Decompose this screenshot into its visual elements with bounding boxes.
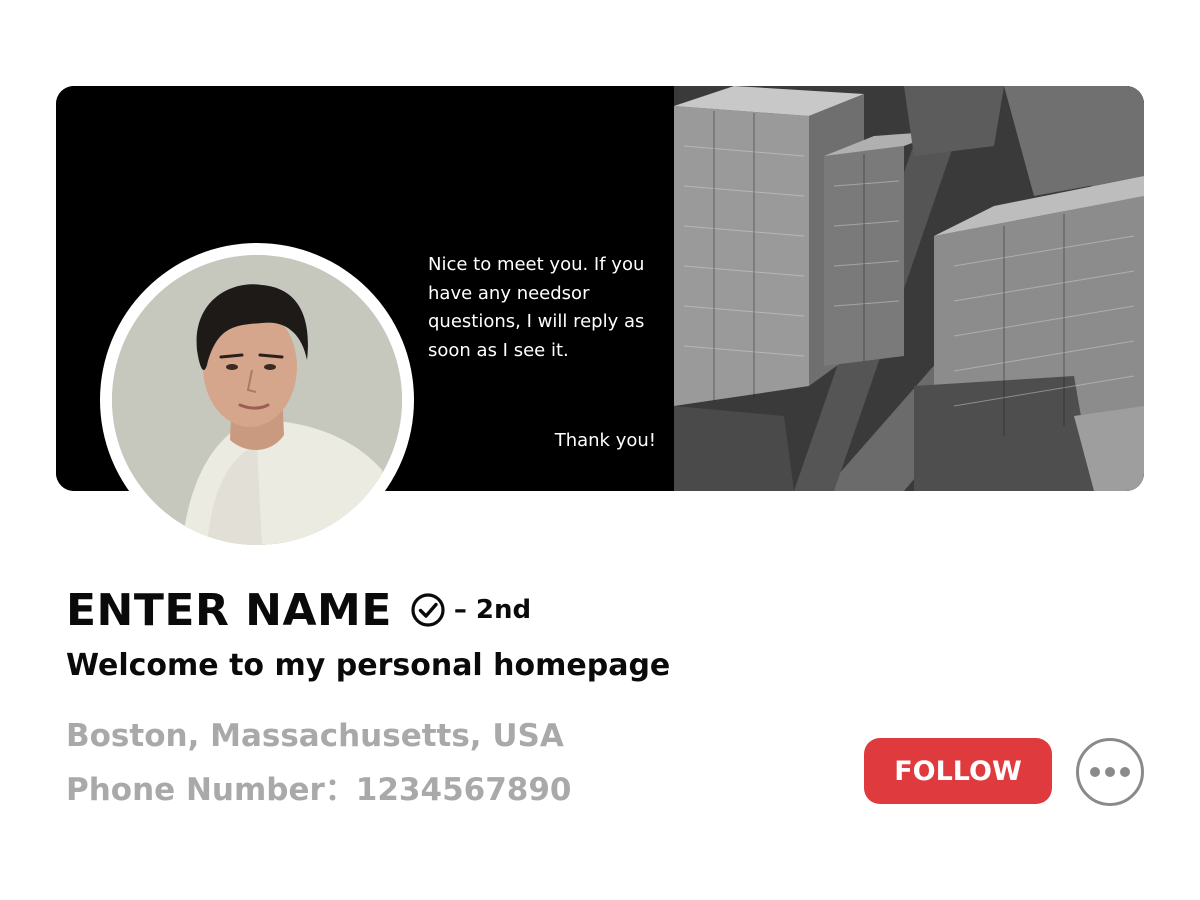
connection-degree: – 2nd <box>453 595 532 625</box>
more-dot <box>1120 767 1130 777</box>
name-row: ENTER NAME – 2nd <box>66 580 531 640</box>
banner-thanks: Thank you! <box>554 430 656 451</box>
follow-button[interactable]: FOLLOW <box>864 738 1052 804</box>
profile-location: Boston, Massachusetts, USA <box>66 718 564 754</box>
more-dot <box>1105 767 1115 777</box>
profile-name: ENTER NAME <box>66 584 392 636</box>
avatar[interactable] <box>112 255 402 545</box>
more-options-button[interactable] <box>1076 738 1144 806</box>
more-horizontal-icon <box>1090 767 1100 777</box>
check-circle-icon <box>410 592 446 628</box>
profile-headline: Welcome to my personal homepage <box>66 648 671 683</box>
cover-cityscape-image <box>674 86 1144 491</box>
profile-page: Nice to meet you. If you have any needso… <box>0 0 1200 900</box>
banner-message: Nice to meet you. If you have any needso… <box>428 254 645 361</box>
profile-phone: Phone Number：1234567890 <box>66 772 572 808</box>
